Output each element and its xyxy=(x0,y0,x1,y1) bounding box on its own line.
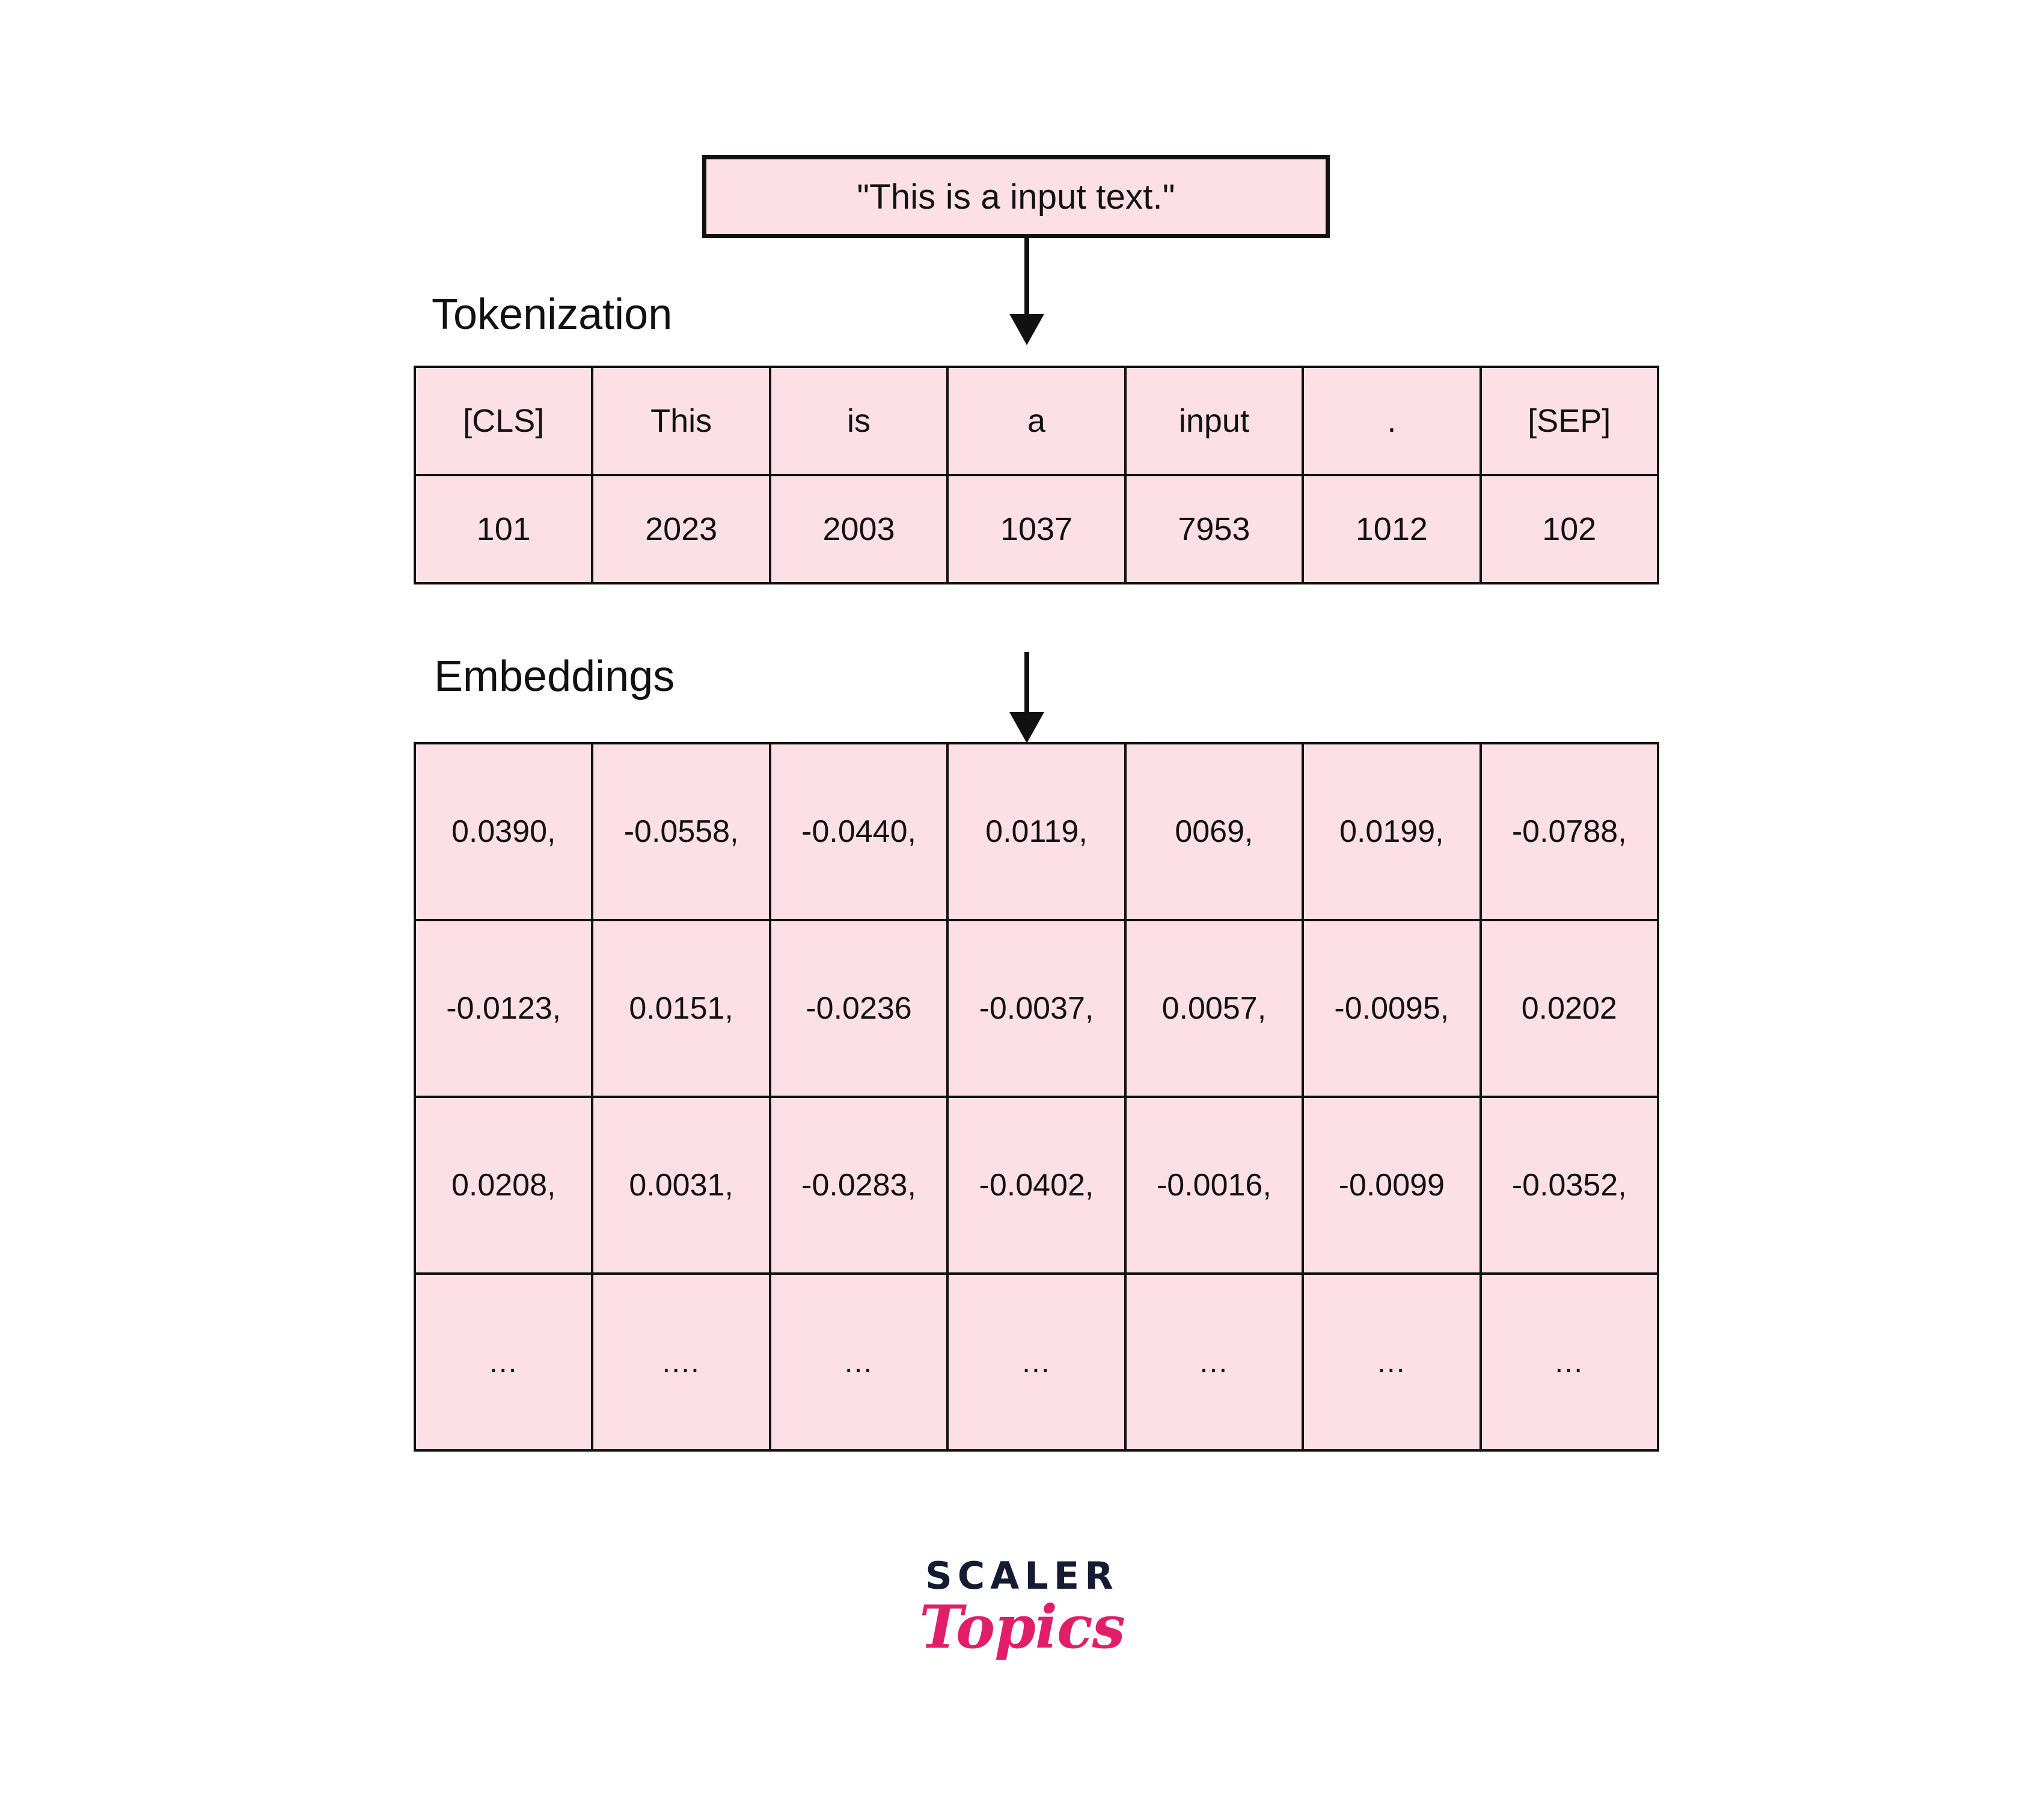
section-label-embeddings: Embeddings xyxy=(434,652,675,701)
embedding-cell: -0.0558, xyxy=(591,742,771,921)
embedding-ellipsis-cell: ... xyxy=(768,1272,949,1452)
tokenization-table: [CLS] This is a input . [SEP] 101 2023 2… xyxy=(413,366,1660,584)
embedding-cell: 0.0390, xyxy=(413,742,594,921)
input-text-label: "This is a input text." xyxy=(857,177,1175,216)
token-id-cell: 7953 xyxy=(1124,474,1305,584)
embedding-cell: -0.0016, xyxy=(1124,1096,1305,1275)
token-cell: is xyxy=(768,366,949,476)
embedding-cell: 0.0119, xyxy=(946,742,1127,921)
token-cell: This xyxy=(591,366,771,476)
token-id-cell: 1012 xyxy=(1302,474,1482,584)
embedding-cell: 0.0151, xyxy=(591,919,771,1098)
token-cell: . xyxy=(1302,366,1482,476)
embedding-ellipsis-cell: ... xyxy=(413,1272,594,1452)
table-row: ... .... ... ... ... ... ... xyxy=(413,1272,1660,1452)
section-label-tokenization: Tokenization xyxy=(432,290,673,339)
embedding-cell: -0.0440, xyxy=(768,742,949,921)
table-row: -0.0123, 0.0151, -0.0236 -0.0037, 0.0057… xyxy=(413,919,1660,1098)
embedding-ellipsis-cell: ... xyxy=(1302,1272,1482,1452)
token-id-cell: 2003 xyxy=(768,474,949,584)
logo-secondary-text: Topics xyxy=(919,1593,1125,1662)
embedding-ellipsis-cell: .... xyxy=(591,1272,771,1452)
token-id-cell: 101 xyxy=(413,474,594,584)
table-row-token-ids: 101 2023 2003 1037 7953 1012 102 xyxy=(413,474,1660,584)
embedding-cell: 0.0031, xyxy=(591,1096,771,1275)
token-id-cell: 1037 xyxy=(946,474,1127,584)
input-text-box: "This is a input text." xyxy=(702,155,1330,238)
arrow-shaft xyxy=(1024,238,1029,314)
logo-primary-text: SCALER xyxy=(925,1554,1119,1598)
embedding-ellipsis-cell: ... xyxy=(1479,1272,1660,1452)
embedding-cell: -0.0352, xyxy=(1479,1096,1660,1275)
embedding-cell: -0.0123, xyxy=(413,919,594,1098)
embedding-cell: 0.0199, xyxy=(1302,742,1482,921)
arrow-shaft xyxy=(1024,652,1029,712)
embedding-cell: -0.0402, xyxy=(946,1096,1127,1275)
token-cell: [SEP] xyxy=(1479,366,1660,476)
token-id-cell: 102 xyxy=(1479,474,1660,584)
embedding-cell: 0.0202 xyxy=(1479,919,1660,1098)
table-row-tokens: [CLS] This is a input . [SEP] xyxy=(413,366,1660,476)
embedding-cell: -0.0283, xyxy=(768,1096,949,1275)
token-id-cell: 2023 xyxy=(591,474,771,584)
embedding-ellipsis-cell: ... xyxy=(946,1272,1127,1452)
embedding-cell: -0.0099 xyxy=(1302,1096,1482,1275)
embedding-ellipsis-cell: ... xyxy=(1124,1272,1305,1452)
embedding-cell: 0069, xyxy=(1124,742,1305,921)
embedding-cell: -0.0788, xyxy=(1479,742,1660,921)
scaler-topics-logo: SCALER Topics xyxy=(0,1557,2044,1657)
token-cell: [CLS] xyxy=(413,366,594,476)
token-cell: a xyxy=(946,366,1127,476)
embedding-cell: 0.0057, xyxy=(1124,919,1305,1098)
arrow-head xyxy=(1009,314,1044,345)
embedding-cell: -0.0095, xyxy=(1302,919,1482,1098)
table-row: 0.0390, -0.0558, -0.0440, 0.0119, 0069, … xyxy=(413,742,1660,921)
embedding-cell: -0.0236 xyxy=(768,919,949,1098)
embedding-cell: 0.0208, xyxy=(413,1096,594,1275)
embeddings-table: 0.0390, -0.0558, -0.0440, 0.0119, 0069, … xyxy=(413,742,1660,1452)
token-cell: input xyxy=(1124,366,1305,476)
table-row: 0.0208, 0.0031, -0.0283, -0.0402, -0.001… xyxy=(413,1096,1660,1275)
embedding-cell: -0.0037, xyxy=(946,919,1127,1098)
diagram-canvas: "This is a input text." Tokenization [CL… xyxy=(0,0,2044,1813)
arrow-head xyxy=(1009,712,1044,743)
